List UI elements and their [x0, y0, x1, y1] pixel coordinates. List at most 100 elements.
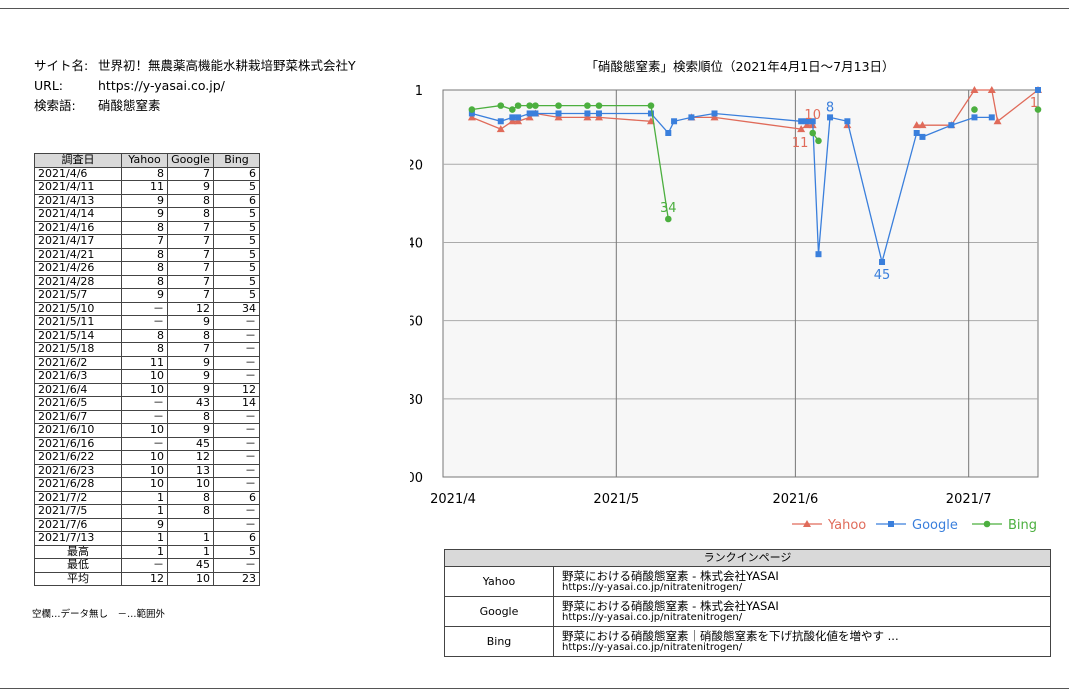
- google-cell: 7: [167, 342, 214, 357]
- site-name-label: サイト名:: [34, 58, 89, 73]
- y-tick-label: 60: [410, 315, 423, 330]
- data-point: [988, 114, 995, 121]
- engine-name: Google: [444, 596, 554, 627]
- bing-cell: 6: [213, 490, 260, 505]
- yahoo-cell: 8: [121, 247, 168, 262]
- data-point: [1035, 87, 1041, 93]
- bing-cell: －: [213, 463, 260, 478]
- legend-label: Bing: [1008, 518, 1037, 533]
- data-label: 34: [660, 201, 677, 216]
- table-row: 2021/6/22 10 12 －: [34, 450, 260, 465]
- yahoo-cell: 11: [121, 355, 168, 370]
- data-point: [913, 130, 920, 136]
- data-point: [515, 114, 522, 121]
- bing-cell: －: [213, 409, 260, 424]
- page-title[interactable]: 野菜における硝酸態窒素｜硝酸態窒素を下げ抗酸化値を増やす ...: [562, 630, 1042, 642]
- legend-item-yahoo: Yahoo: [792, 518, 866, 533]
- date-cell: 2021/4/11: [34, 180, 122, 195]
- table-note: 空欄…データ無し －…範囲外: [32, 609, 166, 620]
- legend-label: Google: [912, 518, 958, 533]
- date-cell: 2021/5/10: [34, 301, 122, 316]
- data-point: [798, 118, 805, 125]
- data-point: [532, 110, 539, 117]
- page-title[interactable]: 野菜における硝酸態窒素 - 株式会社YASAI: [562, 600, 1042, 612]
- legend-item-google: Google: [876, 518, 958, 533]
- table-row: 2021/4/11 11 9 5: [34, 180, 260, 195]
- google-cell: 7: [167, 274, 214, 289]
- table-row: 2021/6/3 10 9 －: [34, 369, 260, 384]
- page-url[interactable]: https://y-yasai.co.jp/nitratenitrogen/: [562, 642, 1042, 654]
- date-cell: 2021/6/23: [34, 463, 122, 478]
- page-url[interactable]: https://y-yasai.co.jp/nitratenitrogen/: [562, 612, 1042, 624]
- data-point: [919, 133, 926, 140]
- x-tick-label: 2021/5: [593, 492, 639, 507]
- google-cell: 8: [167, 409, 214, 424]
- yahoo-cell: 9: [121, 517, 168, 532]
- summary-row: 最高 1 1 5: [34, 544, 260, 559]
- google-cell: 8: [167, 490, 214, 505]
- date-cell: 2021/4/16: [34, 220, 122, 235]
- google-cell: 8: [167, 328, 214, 343]
- bing-cell: －: [213, 342, 260, 357]
- top-rule: [0, 8, 1069, 9]
- page-cell: 野菜における硝酸態窒素 - 株式会社YASAI https://y-yasai.c…: [553, 596, 1051, 627]
- yahoo-cell: 1: [121, 504, 168, 519]
- table-row: 2021/4/13 9 8 6: [34, 193, 260, 208]
- y-tick-label: 100: [410, 471, 423, 486]
- google-cell: 8: [167, 504, 214, 519]
- data-point: [584, 110, 591, 117]
- yahoo-cell: 10: [121, 477, 168, 492]
- data-point: [514, 102, 522, 109]
- table-row: 2021/6/4 10 9 12: [34, 382, 260, 397]
- table-row: 2021/5/10 － 12 34: [34, 301, 260, 316]
- bing-cell: 23: [213, 571, 260, 586]
- yahoo-cell: 9: [121, 193, 168, 208]
- x-tick-label: 2021/6: [773, 492, 819, 507]
- data-point: [671, 118, 678, 125]
- yahoo-cell: －: [121, 315, 168, 330]
- data-point: [971, 114, 978, 121]
- data-label: 1: [1030, 96, 1038, 111]
- table-row: 2021/4/6 8 7 6: [34, 166, 260, 181]
- site-info: サイト名: 世界初！無農薬高機能水耕栽培野菜株式会社Y URL: https://y…: [34, 56, 356, 116]
- data-point: [497, 118, 504, 125]
- date-cell: 2021/7/2: [34, 490, 122, 505]
- plot-area: [442, 89, 1039, 478]
- table-row: 2021/6/16 － 45 －: [34, 436, 260, 451]
- page-cell: 野菜における硝酸態窒素｜硝酸態窒素を下げ抗酸化値を増やす ... https://…: [553, 626, 1051, 657]
- yahoo-cell: 8: [121, 166, 168, 181]
- data-label: 11: [792, 136, 809, 151]
- table-row: 2021/4/14 9 8 5: [34, 207, 260, 222]
- data-point: [526, 110, 533, 117]
- bing-cell: －: [213, 369, 260, 384]
- table-row: 2021/7/5 1 8 －: [34, 504, 260, 519]
- page-url[interactable]: https://y-yasai.co.jp/nitratenitrogen/: [562, 582, 1042, 594]
- google-cell: 7: [167, 234, 214, 249]
- data-point: [647, 102, 655, 109]
- google-cell: 9: [167, 423, 214, 438]
- bing-cell: －: [213, 423, 260, 438]
- yahoo-cell: 11: [121, 180, 168, 195]
- date-cell: 2021/6/3: [34, 369, 122, 384]
- summary-label: 最高: [34, 544, 122, 559]
- engine-name: Yahoo: [444, 566, 554, 597]
- data-point: [711, 110, 718, 117]
- yahoo-cell: 7: [121, 234, 168, 249]
- summary-row: 平均 12 10 23: [34, 571, 260, 586]
- table-row: 2021/4/26 8 7 5: [34, 261, 260, 276]
- yahoo-cell: －: [121, 436, 168, 451]
- date-cell: 2021/6/10: [34, 423, 122, 438]
- google-cell: 13: [167, 463, 214, 478]
- summary-row: 最低－ 45 －: [34, 558, 260, 573]
- x-tick-label: 2021/4: [430, 492, 476, 507]
- bing-cell: 5: [213, 544, 260, 559]
- data-point: [555, 110, 562, 117]
- google-cell: 9: [167, 180, 214, 195]
- google-cell: 45: [167, 436, 214, 451]
- data-point: [815, 251, 822, 258]
- bing-cell: 5: [213, 234, 260, 249]
- google-cell: 7: [167, 166, 214, 181]
- page-title[interactable]: 野菜における硝酸態窒素 - 株式会社YASAI: [562, 570, 1042, 582]
- table-row: 2021/4/16 8 7 5: [34, 220, 260, 235]
- yahoo-cell: 1: [121, 544, 168, 559]
